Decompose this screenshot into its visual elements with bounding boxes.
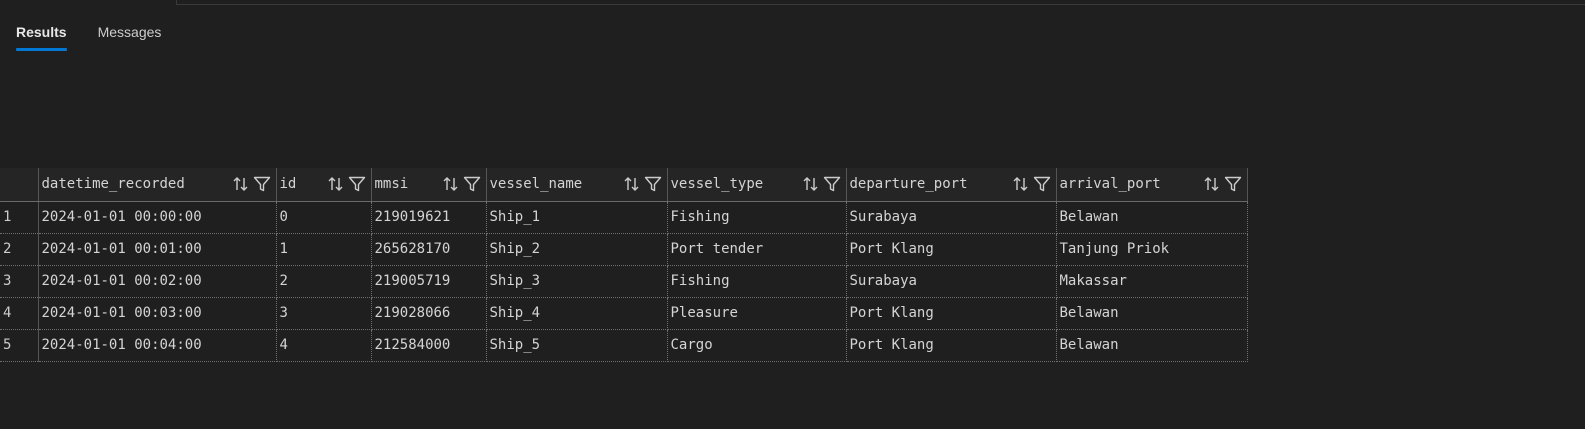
cell-mmsi[interactable]: 219028066: [371, 297, 487, 330]
column-header-label: arrival_port: [1059, 176, 1161, 193]
column-header-label: id: [279, 176, 297, 193]
results-tabs: Results Messages: [16, 22, 192, 51]
cell-vessel-type[interactable]: Fishing: [667, 201, 847, 234]
column-header-label: vessel_name: [489, 176, 583, 193]
cell-arrival-port[interactable]: Belawan: [1056, 201, 1248, 234]
cell-departure-port[interactable]: Surabaya: [846, 265, 1057, 298]
cell-vessel-name[interactable]: Ship_1: [486, 201, 668, 234]
sort-icon[interactable]: [1202, 174, 1222, 194]
filter-icon[interactable]: [1032, 174, 1052, 194]
cell-arrival-port[interactable]: Belawan: [1056, 329, 1248, 362]
filter-icon[interactable]: [822, 174, 842, 194]
filter-icon[interactable]: [643, 174, 663, 194]
tab-results[interactable]: Results: [16, 22, 67, 51]
cell-vessel-name[interactable]: Ship_2: [486, 233, 668, 266]
sort-icon[interactable]: [801, 174, 821, 194]
row-number[interactable]: 1: [0, 201, 39, 234]
filter-icon[interactable]: [462, 174, 482, 194]
cell-datetime-recorded[interactable]: 2024-01-01 00:03:00: [38, 297, 277, 330]
cell-datetime-recorded[interactable]: 2024-01-01 00:02:00: [38, 265, 277, 298]
editor-top-strip: [176, 0, 1585, 5]
cell-departure-port[interactable]: Port Klang: [846, 329, 1057, 362]
sort-icon[interactable]: [1011, 174, 1031, 194]
cell-id[interactable]: 0: [276, 201, 372, 234]
column-header-id[interactable]: id: [276, 168, 372, 202]
cell-arrival-port[interactable]: Belawan: [1056, 297, 1248, 330]
column-header-label: mmsi: [374, 176, 409, 193]
filter-icon[interactable]: [347, 174, 367, 194]
sort-icon[interactable]: [231, 174, 251, 194]
cell-datetime-recorded[interactable]: 2024-01-01 00:00:00: [38, 201, 277, 234]
cell-vessel-type[interactable]: Pleasure: [667, 297, 847, 330]
sort-icon[interactable]: [622, 174, 642, 194]
row-number-header: [0, 168, 39, 202]
cell-id[interactable]: 2: [276, 265, 372, 298]
cell-vessel-type[interactable]: Port tender: [667, 233, 847, 266]
row-number[interactable]: 3: [0, 265, 39, 298]
cell-id[interactable]: 1: [276, 233, 372, 266]
sort-icon[interactable]: [441, 174, 461, 194]
cell-vessel-name[interactable]: Ship_3: [486, 265, 668, 298]
table-row[interactable]: 3 2024-01-01 00:02:00 2 219005719 Ship_3 Fish…: [0, 265, 1248, 298]
column-header-vessel-type[interactable]: vessel_type: [667, 168, 847, 202]
cell-mmsi[interactable]: 212584000: [371, 329, 487, 362]
column-header-label: vessel_type: [670, 176, 764, 193]
cell-departure-port[interactable]: Port Klang: [846, 233, 1057, 266]
column-header-mmsi[interactable]: mmsi: [371, 168, 487, 202]
cell-mmsi[interactable]: 265628170: [371, 233, 487, 266]
table-row[interactable]: 5 2024-01-01 00:04:00 4 212584000 Ship_5 Carg…: [0, 329, 1248, 362]
tab-messages[interactable]: Messages: [98, 22, 162, 46]
filter-icon[interactable]: [1223, 174, 1243, 194]
column-header-datetime-recorded[interactable]: datetime_recorded: [38, 168, 277, 202]
cell-datetime-recorded[interactable]: 2024-01-01 00:01:00: [38, 233, 277, 266]
cell-departure-port[interactable]: Port Klang: [846, 297, 1057, 330]
cell-arrival-port[interactable]: Makassar: [1056, 265, 1248, 298]
cell-mmsi[interactable]: 219005719: [371, 265, 487, 298]
grid-body: 1 2024-01-01 00:00:00 0 219019621 Ship_1 Fish…: [0, 201, 1248, 362]
cell-arrival-port[interactable]: Tanjung Priok: [1056, 233, 1248, 266]
cell-mmsi[interactable]: 219019621: [371, 201, 487, 234]
column-header-label: datetime_recorded: [41, 176, 185, 193]
table-row[interactable]: 1 2024-01-01 00:00:00 0 219019621 Ship_1 Fish…: [0, 201, 1248, 234]
column-header-arrival-port[interactable]: arrival_port: [1056, 168, 1248, 202]
column-header-vessel-name[interactable]: vessel_name: [486, 168, 668, 202]
grid-header-row: datetime_recorded id mmsi vessel_name vessel…: [0, 168, 1248, 202]
cell-departure-port[interactable]: Surabaya: [846, 201, 1057, 234]
table-row[interactable]: 4 2024-01-01 00:03:00 3 219028066 Ship_4 Plea…: [0, 297, 1248, 330]
cell-vessel-type[interactable]: Cargo: [667, 329, 847, 362]
sort-icon[interactable]: [326, 174, 346, 194]
cell-vessel-type[interactable]: Fishing: [667, 265, 847, 298]
filter-icon[interactable]: [252, 174, 272, 194]
cell-id[interactable]: 3: [276, 297, 372, 330]
row-number[interactable]: 2: [0, 233, 39, 266]
cell-id[interactable]: 4: [276, 329, 372, 362]
column-header-label: departure_port: [849, 176, 968, 193]
row-number[interactable]: 5: [0, 329, 39, 362]
row-number[interactable]: 4: [0, 297, 39, 330]
cell-vessel-name[interactable]: Ship_4: [486, 297, 668, 330]
results-grid: datetime_recorded id mmsi vessel_name vessel…: [0, 168, 1248, 362]
cell-vessel-name[interactable]: Ship_5: [486, 329, 668, 362]
column-header-departure-port[interactable]: departure_port: [846, 168, 1057, 202]
table-row[interactable]: 2 2024-01-01 00:01:00 1 265628170 Ship_2 Port…: [0, 233, 1248, 266]
cell-datetime-recorded[interactable]: 2024-01-01 00:04:00: [38, 329, 277, 362]
